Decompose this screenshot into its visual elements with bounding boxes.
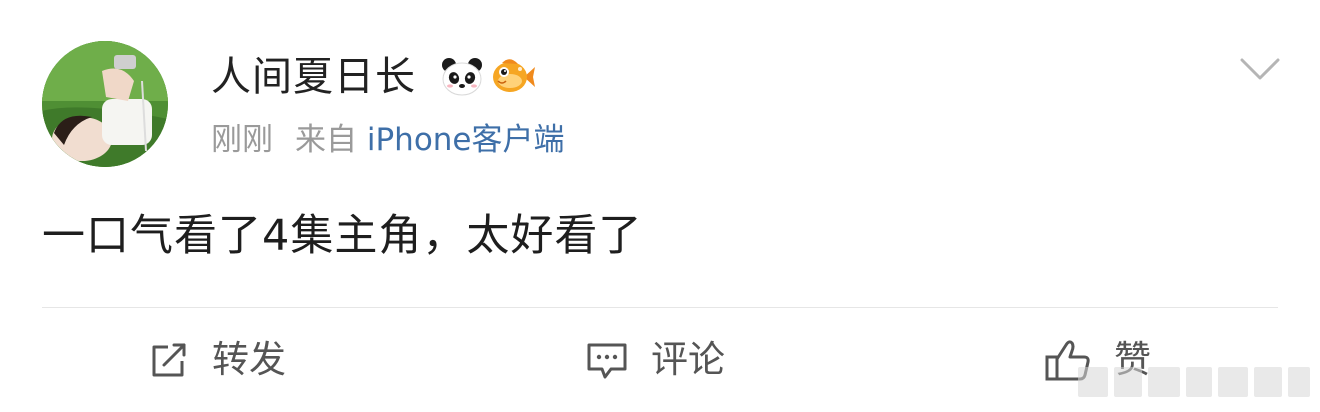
panda-icon[interactable] (440, 55, 484, 99)
repost-icon (152, 343, 186, 377)
avatar[interactable] (42, 41, 168, 167)
comment-icon (587, 343, 627, 379)
source-link[interactable]: iPhone客户端 (367, 122, 565, 158)
goldfish-icon[interactable] (492, 55, 536, 99)
post-meta: 刚刚 来自 iPhone客户端 (211, 118, 565, 162)
post-time: 刚刚 (211, 122, 273, 158)
chevron-down-icon[interactable] (1238, 52, 1282, 86)
author-name[interactable]: 人间夏日长 (211, 52, 416, 102)
repost-label: 转发 (212, 338, 286, 381)
weibo-post-card: 人间夏日长 刚刚 来自 iPhone客户端 一口气看了4集主角，太好看了 转发 … (0, 0, 1320, 412)
comment-button[interactable]: 评论 (585, 332, 725, 388)
source-prefix: 来自 (295, 122, 357, 158)
comment-label: 评论 (651, 338, 725, 381)
avatar-photo (42, 41, 168, 167)
post-text: 一口气看了4集主角，太好看了 (42, 211, 643, 261)
watermark (1078, 362, 1310, 402)
divider (42, 307, 1278, 308)
author-badges (440, 54, 536, 100)
repost-button[interactable]: 转发 (148, 332, 286, 388)
